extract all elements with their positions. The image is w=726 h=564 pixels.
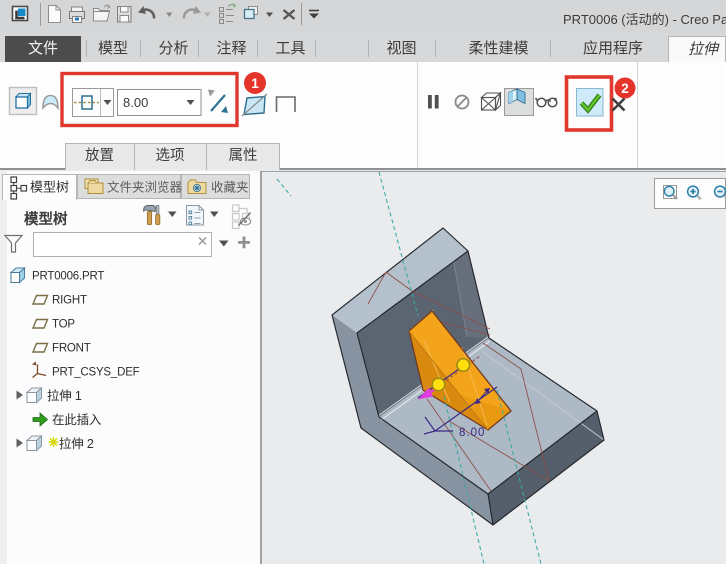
svg-text:文件夹浏览器: 文件夹浏览器	[107, 180, 183, 195]
svg-text:TOP: TOP	[52, 319, 75, 331]
svg-text:模型树: 模型树	[24, 210, 68, 228]
svg-text:8.00: 8.00	[123, 95, 148, 110]
svg-text:收藏夹: 收藏夹	[211, 181, 249, 195]
svg-text:1: 1	[251, 76, 259, 91]
svg-text:在此插入: 在此插入	[52, 413, 102, 427]
svg-text:8.00: 8.00	[459, 427, 485, 439]
svg-text:模型树: 模型树	[30, 180, 69, 195]
svg-text:拉伸 2: 拉伸 2	[59, 436, 94, 451]
svg-text:2: 2	[621, 81, 629, 96]
svg-text:FRONT: FRONT	[52, 343, 91, 355]
svg-text:RIGHT: RIGHT	[52, 295, 87, 307]
svg-text:拉伸 1: 拉伸 1	[47, 388, 82, 403]
svg-text:PRT_CSYS_DEF: PRT_CSYS_DEF	[52, 367, 140, 379]
svg-text:PRT0006.PRT: PRT0006.PRT	[32, 271, 104, 283]
